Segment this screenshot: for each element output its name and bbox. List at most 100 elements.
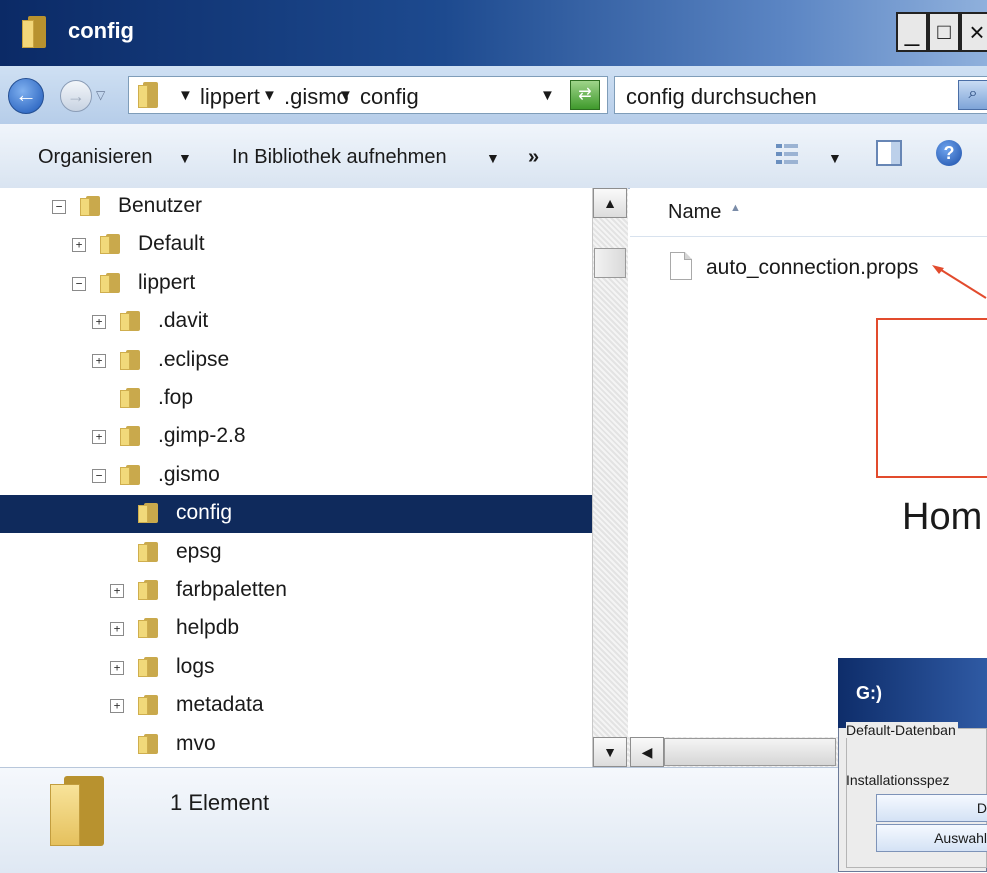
chevron-down-icon[interactable]: ▼ [486,150,500,166]
more-commands-button[interactable]: » [528,146,539,169]
breadcrumb-separator-icon[interactable]: ▼ [178,87,193,104]
scroll-down-icon[interactable]: ▼ [593,737,627,767]
scroll-up-icon[interactable]: ▲ [593,188,627,218]
breadcrumb-separator-icon[interactable]: ▼ [262,87,277,104]
address-dropdown-icon[interactable]: ▼ [540,87,555,104]
breadcrumb-config[interactable]: config [360,84,419,110]
tree-item[interactable]: config [0,495,592,533]
scrollbar-thumb[interactable] [594,248,626,278]
folder-icon [138,618,158,638]
folder-icon [138,82,158,108]
tree-item[interactable]: epsg [0,534,592,572]
gismo-logo: G:) [856,683,882,703]
expand-icon[interactable]: + [110,584,124,598]
folder-icon [138,734,158,754]
expand-icon[interactable]: + [72,238,86,252]
search-icon[interactable]: ⌕ [958,80,987,110]
tree-rows: − Benutzer + Default − lippert + .davit + .eclips… [0,188,592,767]
tree-item-label: lippert [138,271,196,294]
horizontal-scrollbar-thumb[interactable] [664,738,836,766]
minimize-button[interactable]: _ [896,12,928,52]
folder-icon [138,503,158,523]
organize-button[interactable]: Organisieren [38,146,153,169]
folder-icon [120,465,140,485]
details-pane [0,767,838,873]
preview-pane-icon[interactable] [876,140,902,166]
tree-item[interactable]: + farbpaletten [0,572,592,610]
collapse-icon[interactable]: − [92,469,106,483]
collapse-icon[interactable]: − [72,277,86,291]
folder-icon [138,542,158,562]
gismo-install-label: Installationsspez [846,772,950,788]
folder-icon [22,16,46,48]
tree-item-label: Benutzer [118,194,203,217]
refresh-icon[interactable]: ⇄ [570,80,600,110]
chevron-down-icon[interactable]: ▼ [828,150,842,166]
tree-item[interactable]: + Default [0,226,592,264]
tree-item-label: .eclipse [158,348,230,371]
expand-icon[interactable]: + [92,315,106,329]
expand-icon[interactable]: + [110,661,124,675]
tree-item[interactable]: + helpdb [0,610,592,648]
folder-icon [80,196,100,216]
window-title: config [68,18,134,43]
tree-item-label: helpdb [176,616,240,639]
annotation-callout [876,318,987,478]
gismo-button-d[interactable]: D [876,794,987,822]
gismo-selection-button[interactable]: Auswahl [876,824,987,852]
title-bar [0,0,987,66]
tree-item[interactable]: + logs [0,649,592,687]
tree-item-label: epsg [176,540,222,563]
help-icon[interactable]: ? [936,140,962,166]
maximize-button[interactable]: □ [928,12,960,52]
collapse-icon[interactable]: − [52,200,66,214]
tree-item[interactable]: + metadata [0,687,592,725]
tree-item-label: metadata [176,693,264,716]
tree-item[interactable]: + .eclipse [0,342,592,380]
folder-icon [100,273,120,293]
file-icon [670,252,692,280]
tree-item[interactable]: + .gimp-2.8 [0,418,592,456]
folder-icon [100,234,120,254]
tree-item-label: logs [176,655,215,678]
expand-icon[interactable]: + [110,622,124,636]
tree-item-label: Default [138,232,205,255]
gismo-group-label: Default-Datenban [846,722,958,738]
tree-item-label: farbpaletten [176,578,287,601]
view-options-icon[interactable] [776,142,800,166]
tree-item[interactable]: − .gismo [0,457,592,495]
back-button[interactable]: ← [8,78,44,114]
breadcrumb-lippert[interactable]: lippert [200,84,260,110]
expand-icon[interactable]: + [92,430,106,444]
tree-item[interactable]: − lippert [0,265,592,303]
tree-item-label: .gimp-2.8 [158,424,246,447]
close-button[interactable]: × [960,12,987,52]
tree-item-label: .davit [158,309,209,332]
tree-item-label: .gismo [158,463,220,486]
callout-text: Hom [902,496,983,538]
tree-item-label: .fop [158,386,194,409]
file-item-auto-connection[interactable]: auto_connection.props [706,256,919,280]
forward-button[interactable]: → [60,80,92,112]
column-name-label: Name [668,201,722,223]
callout-arrow [932,265,987,299]
tree-item[interactable]: .fop [0,380,592,418]
tree-item[interactable]: − Benutzer [0,188,592,226]
tree-item-label: config [176,501,233,524]
chevron-down-icon[interactable]: ▼ [178,150,192,166]
folder-icon [120,388,140,408]
tree-item[interactable]: mvo [0,726,592,764]
folder-icon [138,580,158,600]
history-dropdown-icon[interactable]: ▽ [96,88,105,102]
scroll-left-icon[interactable]: ◀ [630,737,664,767]
tree-item-label: mvo [176,732,216,755]
expand-icon[interactable]: + [92,354,106,368]
expand-icon[interactable]: + [110,699,124,713]
library-button[interactable]: In Bibliothek aufnehmen [232,146,447,169]
folder-icon [120,426,140,446]
folder-icon [120,350,140,370]
folder-large-icon [50,776,104,846]
search-placeholder: config durchsuchen [626,84,817,109]
tree-item[interactable]: + .davit [0,303,592,341]
breadcrumb-separator-icon[interactable]: ▼ [338,87,353,104]
